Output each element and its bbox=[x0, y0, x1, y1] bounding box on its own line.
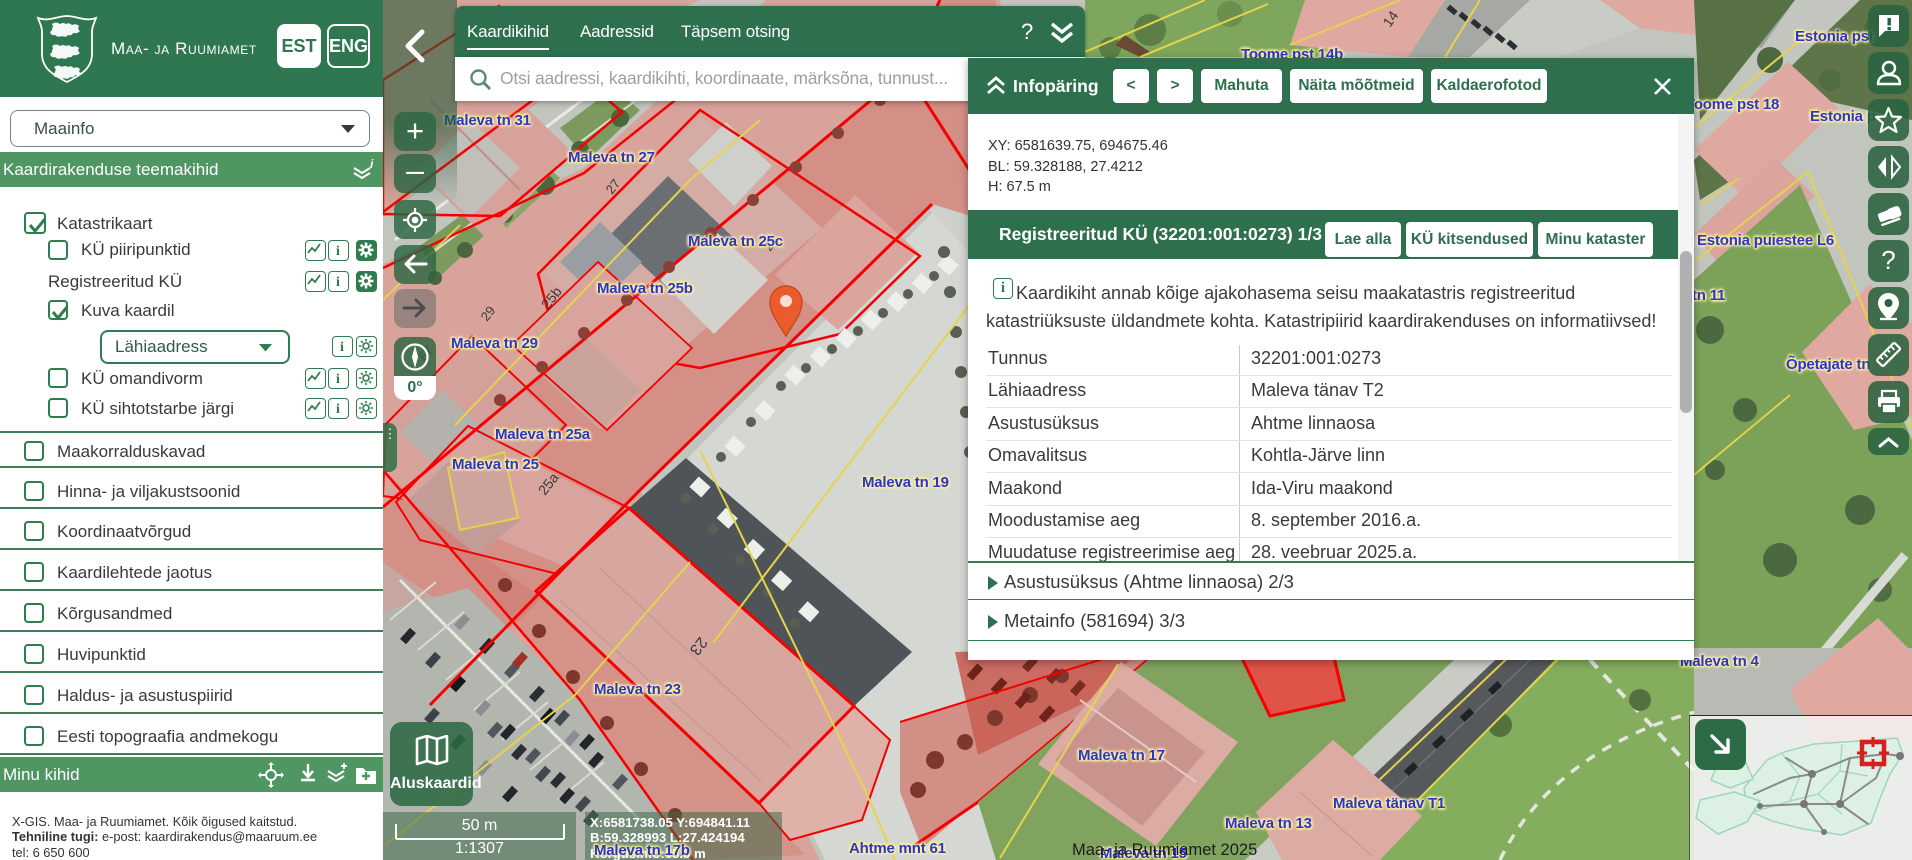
svg-text:i: i bbox=[336, 244, 340, 259]
svg-text:i: i bbox=[336, 402, 340, 417]
svg-text:i: i bbox=[340, 340, 344, 355]
svg-text:i: i bbox=[336, 275, 340, 290]
svg-text:i: i bbox=[336, 372, 340, 387]
svg-text:i: i bbox=[370, 158, 374, 171]
